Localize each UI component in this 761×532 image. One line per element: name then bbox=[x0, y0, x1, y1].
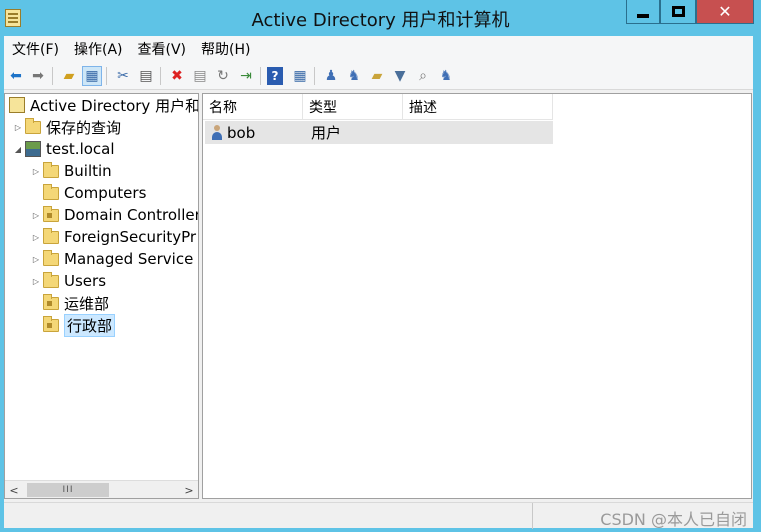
tree-item-saved-queries[interactable]: ▷ 保存的查询 bbox=[11, 116, 121, 138]
tree-horizontal-scrollbar[interactable]: < III > bbox=[5, 480, 198, 498]
tree-item-domain[interactable]: ◢ test.local bbox=[11, 138, 115, 160]
tree-item-admin-dept[interactable]: 行政部 bbox=[29, 313, 116, 337]
maximize-button[interactable] bbox=[660, 0, 696, 24]
menu-action[interactable]: 操作(A) bbox=[70, 39, 127, 59]
menu-file[interactable]: 文件(F) bbox=[8, 39, 63, 59]
details-pane[interactable]: 名称 类型 描述 bob 用户 bbox=[202, 93, 752, 499]
scroll-left-icon[interactable]: < bbox=[5, 481, 23, 498]
toolbar-separator bbox=[106, 67, 107, 85]
menu-view[interactable]: 查看(V) bbox=[134, 39, 191, 59]
forward-arrow-icon[interactable]: ➡ bbox=[28, 66, 48, 86]
tree-item-users[interactable]: ▷ Users bbox=[29, 270, 106, 292]
new-ou-icon[interactable]: ▰ bbox=[367, 66, 387, 86]
new-group-icon[interactable]: ♞ bbox=[344, 66, 364, 86]
tree-item-managed-service[interactable]: ▷ Managed Service bbox=[29, 248, 193, 270]
tree-item-label: Computers bbox=[64, 184, 147, 202]
title-bar[interactable]: Active Directory 用户和计算机 ✕ bbox=[0, 0, 761, 36]
refresh-icon[interactable]: ↻ bbox=[213, 66, 233, 86]
tree-root[interactable]: Active Directory 用户和 bbox=[9, 94, 199, 116]
client-area: 文件(F) 操作(A) 查看(V) 帮助(H) ⬅ ➡ ▰ ▦ ✂ ▤ ✖ ▤ … bbox=[4, 36, 753, 529]
close-button[interactable]: ✕ bbox=[696, 0, 754, 24]
tree-item-label: Users bbox=[64, 272, 107, 290]
tree-item-label: 保存的查询 bbox=[46, 118, 122, 137]
maximize-icon bbox=[671, 6, 685, 17]
toolbar-separator bbox=[52, 67, 53, 85]
minimize-icon bbox=[637, 13, 649, 18]
tree-item-label: 行政部 bbox=[64, 313, 116, 337]
folder-icon bbox=[43, 227, 59, 244]
toolbar-separator bbox=[260, 67, 261, 85]
find-icon[interactable]: ⌕ bbox=[413, 66, 433, 86]
close-icon: ✕ bbox=[718, 1, 732, 21]
tree-item-ops-dept[interactable]: 运维部 bbox=[29, 292, 109, 314]
menu-help[interactable]: 帮助(H) bbox=[197, 39, 254, 59]
tree-item-builtin[interactable]: ▷ Builtin bbox=[29, 160, 112, 182]
tree-item-label: Managed Service bbox=[64, 250, 194, 268]
collapse-icon[interactable]: ◢ bbox=[11, 145, 25, 154]
help-icon[interactable]: ? bbox=[267, 67, 283, 85]
status-bar: CSDN @本人已自闭 bbox=[4, 502, 753, 529]
folder-icon bbox=[25, 117, 41, 134]
column-header-type[interactable]: 类型 bbox=[303, 94, 403, 120]
delete-icon[interactable]: ✖ bbox=[167, 66, 187, 86]
scroll-right-icon[interactable]: > bbox=[180, 481, 198, 498]
tree-item-label: 运维部 bbox=[64, 294, 110, 313]
user-icon bbox=[211, 124, 223, 141]
expand-icon[interactable]: ▷ bbox=[11, 123, 25, 132]
show-hide-tree-icon[interactable]: ▦ bbox=[82, 66, 102, 86]
toolbar-separator bbox=[314, 67, 315, 85]
user-name: bob bbox=[227, 123, 256, 142]
expand-icon[interactable]: ▷ bbox=[29, 255, 43, 264]
column-headers: 名称 类型 描述 bbox=[203, 94, 553, 120]
add-to-group-icon[interactable]: ♞ bbox=[436, 66, 456, 86]
console-tree-pane[interactable]: Active Directory 用户和 ▷ 保存的查询 ◢ test.loca… bbox=[4, 93, 199, 499]
tree-item-domain-controllers[interactable]: ▷ Domain Controller bbox=[29, 204, 199, 226]
tree-root-label: Active Directory 用户和 bbox=[30, 96, 199, 115]
tree-item-label: Builtin bbox=[64, 162, 112, 180]
expand-icon[interactable]: ▷ bbox=[29, 277, 43, 286]
cut-icon[interactable]: ✂ bbox=[113, 66, 133, 86]
tree-item-label: test.local bbox=[46, 140, 115, 158]
ou-icon bbox=[43, 205, 59, 222]
app-window: Active Directory 用户和计算机 ✕ 文件(F) 操作(A) 查看… bbox=[0, 0, 761, 532]
tree-item-computers[interactable]: Computers bbox=[29, 182, 146, 204]
cell-type: 用户 bbox=[311, 124, 342, 142]
export-list-icon[interactable]: ⇥ bbox=[236, 66, 256, 86]
tree-item-foreign-security[interactable]: ▷ ForeignSecurityPr bbox=[29, 226, 196, 248]
ou-icon bbox=[43, 315, 59, 332]
new-user-icon[interactable]: ♟ bbox=[321, 66, 341, 86]
up-folder-icon[interactable]: ▰ bbox=[59, 66, 79, 86]
toolbar-separator bbox=[160, 67, 161, 85]
menu-bar: 文件(F) 操作(A) 查看(V) 帮助(H) bbox=[4, 36, 753, 62]
table-row[interactable]: bob 用户 bbox=[205, 121, 553, 144]
expand-icon[interactable]: ▷ bbox=[29, 211, 43, 220]
cell-name: bob bbox=[205, 124, 305, 142]
copy-icon[interactable]: ▤ bbox=[136, 66, 156, 86]
folder-icon bbox=[43, 161, 59, 178]
back-arrow-icon[interactable]: ⬅ bbox=[6, 66, 26, 86]
watermark-text: CSDN @本人已自闭 bbox=[600, 510, 747, 529]
folder-icon bbox=[43, 249, 59, 266]
tree-item-label: ForeignSecurityPr bbox=[64, 228, 197, 246]
tree-item-label: Domain Controller bbox=[64, 206, 199, 224]
folder-icon bbox=[43, 271, 59, 288]
column-header-name[interactable]: 名称 bbox=[203, 94, 303, 120]
scroll-thumb[interactable]: III bbox=[27, 483, 109, 497]
toolbar: ⬅ ➡ ▰ ▦ ✂ ▤ ✖ ▤ ↻ ⇥ ? ▦ ♟ ♞ ▰ ▼ ⌕ ♞ bbox=[4, 62, 753, 90]
console-tree-icon[interactable]: ▦ bbox=[290, 66, 310, 86]
minimize-button[interactable] bbox=[626, 0, 660, 24]
ou-icon bbox=[43, 293, 59, 310]
column-header-description[interactable]: 描述 bbox=[403, 94, 553, 120]
domain-icon bbox=[25, 141, 41, 157]
expand-icon[interactable]: ▷ bbox=[29, 233, 43, 242]
properties-icon[interactable]: ▤ bbox=[190, 66, 210, 86]
status-divider bbox=[532, 503, 533, 529]
filter-icon[interactable]: ▼ bbox=[390, 66, 410, 86]
folder-icon bbox=[43, 183, 59, 200]
expand-icon[interactable]: ▷ bbox=[29, 167, 43, 176]
aduc-icon bbox=[9, 97, 25, 113]
